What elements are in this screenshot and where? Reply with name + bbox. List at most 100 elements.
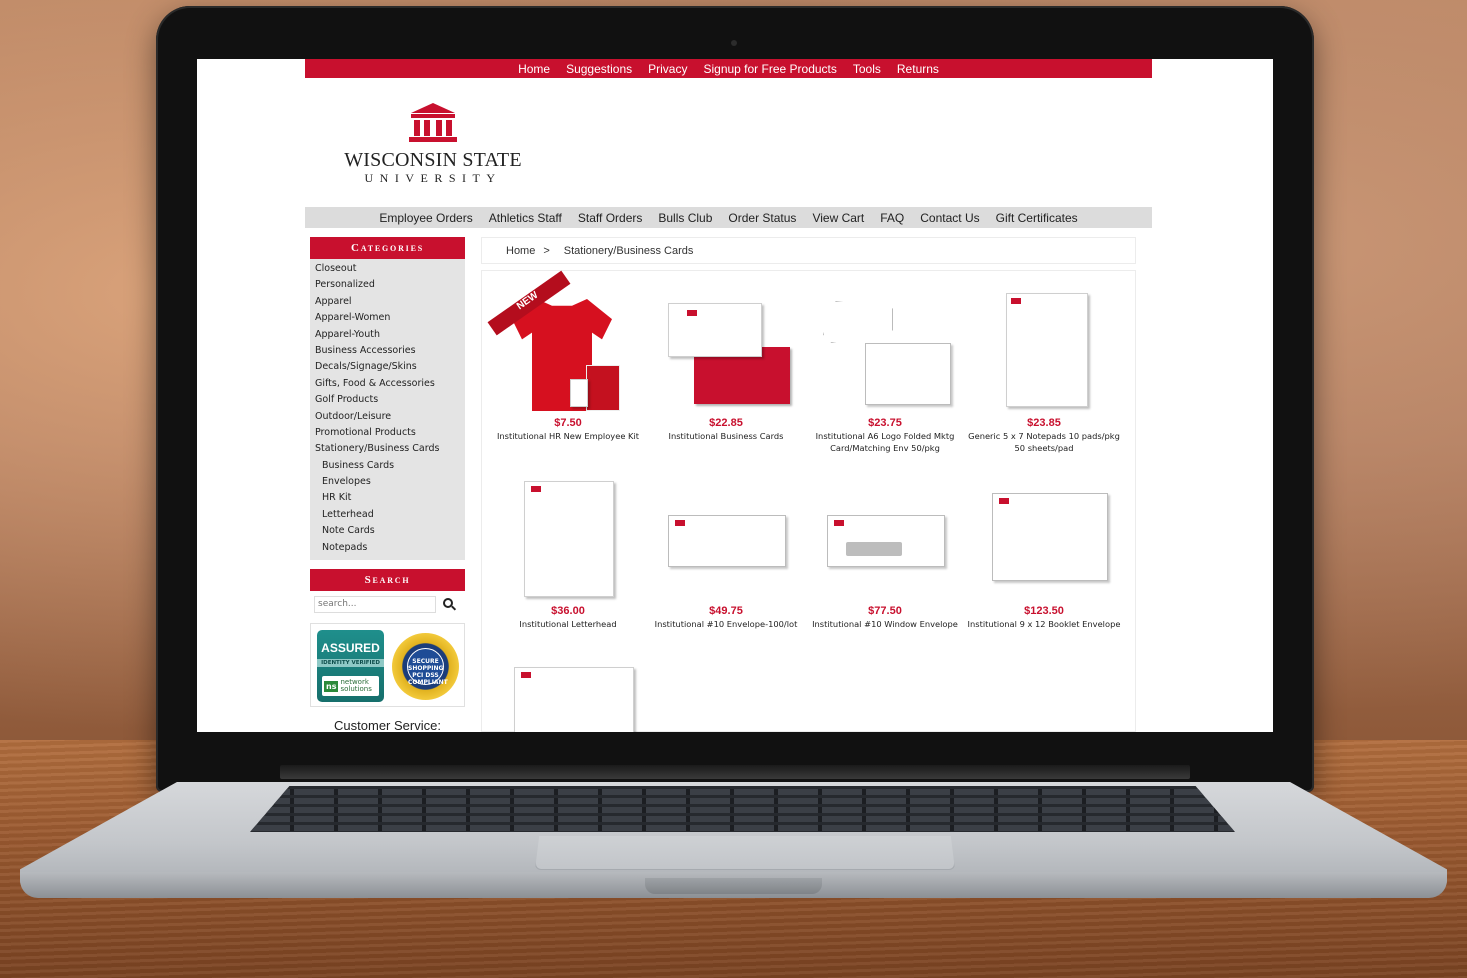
breadcrumb-home[interactable]: Home — [506, 245, 535, 257]
subcategory-item[interactable]: Letterhead — [310, 507, 465, 523]
category-item[interactable]: Gifts, Food & Accessories — [310, 376, 465, 392]
university-logo[interactable]: WISCONSIN STATE UNIVERSITY — [333, 101, 533, 191]
product-name[interactable]: Institutional 9 x 12 Booklet Envelope — [964, 618, 1124, 630]
search-icon[interactable] — [442, 597, 457, 611]
product-card[interactable]: NEW $7.50 Institutional HR New Employee … — [487, 270, 648, 442]
product-price: $123.50 — [1024, 605, 1064, 617]
key-row — [250, 825, 1235, 831]
category-item[interactable]: Apparel-Youth — [310, 327, 465, 343]
category-item[interactable]: Apparel-Women — [310, 310, 465, 326]
category-item[interactable]: Apparel — [310, 294, 465, 310]
top-nav-privacy[interactable]: Privacy — [648, 62, 687, 76]
assured-badge[interactable]: ASSURED IDENTITY VERIFIED ns network sol… — [317, 630, 384, 703]
category-item[interactable]: Closeout — [310, 261, 465, 277]
key-row — [250, 807, 1235, 813]
assured-title: ASSURED — [321, 641, 380, 656]
mini-logo — [999, 498, 1009, 504]
folder-graphic — [586, 365, 620, 411]
mini-logo — [521, 672, 531, 678]
product-card[interactable]: $23.85 Generic 5 x 7 Notepads 10 pads/pk… — [964, 285, 1124, 454]
product-name[interactable]: Institutional Letterhead — [488, 618, 648, 630]
nav-faq[interactable]: FAQ — [872, 211, 912, 225]
webcam — [731, 40, 737, 46]
subcategory-item[interactable]: Notepads — [310, 540, 465, 556]
product-price: $49.75 — [709, 605, 743, 617]
product-name[interactable]: Generic 5 x 7 Notepads 10 pads/pkg 50 sh… — [964, 430, 1124, 454]
category-item[interactable]: Personalized — [310, 277, 465, 293]
subcategory-item[interactable]: Business Cards — [310, 458, 465, 474]
category-item[interactable]: Golf Products — [310, 392, 465, 408]
subcategory-item[interactable]: Envelopes — [310, 474, 465, 490]
envelope-graphic — [865, 343, 951, 405]
browser-viewport: Home Suggestions Privacy Signup for Free… — [197, 59, 1273, 732]
product-card[interactable]: $36.00 Institutional Letterhead — [488, 473, 648, 630]
top-nav-home[interactable]: Home — [518, 62, 550, 76]
keyboard — [250, 786, 1235, 832]
top-nav-signup[interactable]: Signup for Free Products — [703, 62, 836, 76]
product-price: $23.75 — [868, 417, 902, 429]
product-grid: NEW $7.50 Institutional HR New Employee … — [481, 270, 1136, 732]
product-price: $77.50 — [868, 605, 902, 617]
product-image-letterhead[interactable] — [488, 473, 648, 603]
product-name[interactable]: Institutional #10 Envelope-100/lot — [646, 618, 806, 630]
product-price: $7.50 — [554, 417, 582, 429]
mini-logo — [687, 310, 697, 316]
product-name[interactable]: Institutional HR New Employee Kit — [488, 430, 648, 442]
main-content: Home > Stationery/Business Cards NEW $7.… — [481, 237, 1136, 732]
nav-staff-orders[interactable]: Staff Orders — [570, 211, 650, 225]
key-row — [250, 789, 1235, 795]
product-card[interactable] — [488, 661, 648, 732]
top-nav-suggestions[interactable]: Suggestions — [566, 62, 632, 76]
pci-seal-text: SECURE SHOPPING PCI DSS COMPLIANT — [407, 648, 448, 686]
pci-compliant-seal[interactable]: SECURE SHOPPING PCI DSS COMPLIANT — [392, 633, 459, 701]
product-image-notepads[interactable] — [964, 285, 1124, 415]
nav-view-cart[interactable]: View Cart — [804, 211, 872, 225]
customer-service-label: Customer Service: — [334, 718, 441, 732]
product-card[interactable]: $23.75 Institutional A6 Logo Folded Mktg… — [805, 285, 965, 454]
subcategory-item[interactable]: HR Kit — [310, 490, 465, 506]
product-name[interactable]: Institutional Business Cards — [646, 430, 806, 442]
product-image-a6-card[interactable] — [805, 285, 965, 415]
category-item[interactable]: Promotional Products — [310, 425, 465, 441]
ns-icon: ns — [324, 680, 339, 692]
category-item[interactable]: Outdoor/Leisure — [310, 409, 465, 425]
product-card[interactable]: $123.50 Institutional 9 x 12 Booklet Env… — [964, 473, 1124, 630]
nav-athletics-staff[interactable]: Athletics Staff — [481, 211, 570, 225]
logo-name: WISCONSIN STATE — [344, 149, 522, 171]
laptop-notch — [645, 878, 822, 894]
laptop-hinge — [280, 765, 1190, 779]
product-card[interactable]: $77.50 Institutional #10 Window Envelope — [805, 473, 965, 630]
product-card[interactable]: $22.85 Institutional Business Cards — [646, 285, 806, 442]
product-image-envelope[interactable] — [646, 473, 806, 603]
category-item[interactable]: Stationery/Business Cards — [310, 441, 465, 457]
nav-bulls-club[interactable]: Bulls Club — [650, 211, 720, 225]
nav-gift-certificates[interactable]: Gift Certificates — [988, 211, 1086, 225]
product-image-business-cards[interactable] — [646, 285, 806, 415]
top-nav-returns[interactable]: Returns — [897, 62, 939, 76]
mini-logo — [675, 520, 685, 526]
search-header: Search — [310, 569, 465, 592]
product-name[interactable]: Institutional A6 Logo Folded Mktg Card/M… — [805, 430, 965, 454]
search-input[interactable] — [314, 595, 436, 613]
store-page: Home Suggestions Privacy Signup for Free… — [305, 59, 1152, 732]
product-image-window-envelope[interactable] — [805, 473, 965, 603]
trust-badges: ASSURED IDENTITY VERIFIED ns network sol… — [310, 623, 465, 708]
letterhead-graphic — [524, 481, 614, 597]
category-item[interactable]: Business Accessories — [310, 343, 465, 359]
subcategory-item[interactable]: Note Cards — [310, 523, 465, 539]
product-name[interactable]: Institutional #10 Window Envelope — [805, 618, 965, 630]
product-card[interactable]: $49.75 Institutional #10 Envelope-100/lo… — [646, 473, 806, 630]
product-image-booklet-envelope[interactable] — [964, 473, 1124, 603]
nav-order-status[interactable]: Order Status — [720, 211, 804, 225]
mini-logo — [1011, 298, 1021, 304]
nav-employee-orders[interactable]: Employee Orders — [371, 211, 480, 225]
product-image-partial[interactable] — [488, 661, 648, 732]
product-image-hr-kit[interactable]: NEW — [487, 270, 648, 415]
top-nav-tools[interactable]: Tools — [853, 62, 881, 76]
mini-logo — [531, 486, 541, 492]
building-icon — [409, 103, 457, 142]
nav-contact-us[interactable]: Contact Us — [912, 211, 987, 225]
sidebar: Categories Closeout Personalized Apparel… — [310, 237, 465, 732]
trackpad — [535, 836, 955, 870]
category-item[interactable]: Decals/Signage/Skins — [310, 359, 465, 375]
